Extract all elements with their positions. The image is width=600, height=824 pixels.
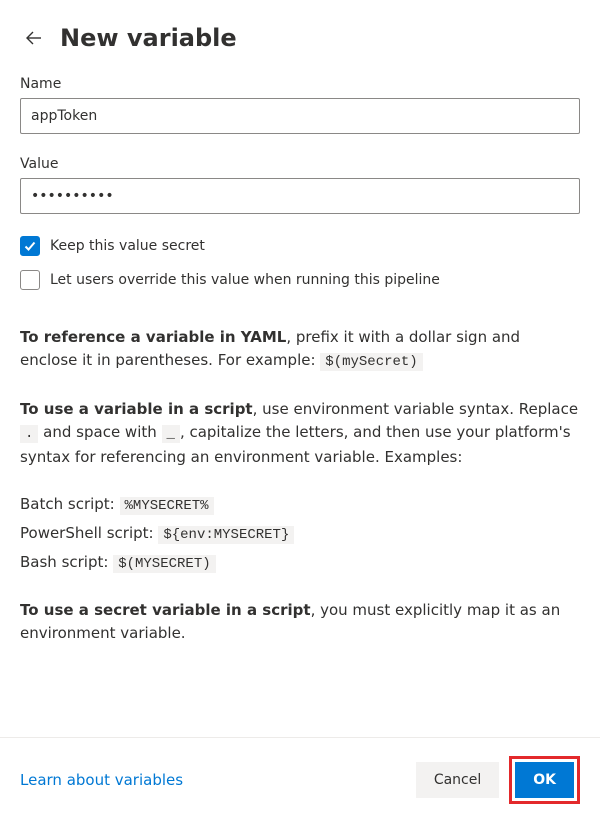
value-label: Value <box>20 156 580 172</box>
cancel-button[interactable]: Cancel <box>416 762 499 798</box>
help-script: To use a variable in a script, use envir… <box>20 398 580 469</box>
panel-header: New variable <box>20 24 580 52</box>
panel-footer: Learn about variables Cancel OK <box>0 737 600 824</box>
keep-secret-checkbox-row[interactable]: Keep this value secret <box>20 236 580 256</box>
footer-actions: Cancel OK <box>416 756 580 804</box>
help-batch-label: Batch script: <box>20 495 120 513</box>
allow-override-label: Let users override this value when runni… <box>50 272 440 288</box>
allow-override-checkbox[interactable] <box>20 270 40 290</box>
help-ps: PowerShell script: ${env:MYSECRET} <box>20 522 580 547</box>
panel-title: New variable <box>60 24 237 52</box>
keep-secret-label: Keep this value secret <box>50 238 205 254</box>
help-batch-example: %MYSECRET% <box>120 497 214 515</box>
help-bash-label: Bash script: <box>20 553 113 571</box>
help-yaml-bold: To reference a variable in YAML <box>20 328 286 346</box>
ok-button[interactable]: OK <box>515 762 574 798</box>
help-script-rest: , use environment variable syntax. Repla… <box>253 400 578 418</box>
help-script-mid: and space with <box>38 423 161 441</box>
new-variable-panel: New variable Name Value Keep this value … <box>0 0 600 824</box>
value-input[interactable] <box>20 178 580 214</box>
name-input[interactable] <box>20 98 580 134</box>
arrow-left-icon <box>24 28 44 48</box>
help-ps-label: PowerShell script: <box>20 524 158 542</box>
help-ps-example: ${env:MYSECRET} <box>158 526 294 544</box>
learn-about-variables-link[interactable]: Learn about variables <box>20 771 183 789</box>
help-script-dot: . <box>20 425 38 443</box>
help-script-bold: To use a variable in a script <box>20 400 253 418</box>
help-batch: Batch script: %MYSECRET% <box>20 493 580 518</box>
name-label: Name <box>20 76 580 92</box>
help-yaml: To reference a variable in YAML, prefix … <box>20 326 580 374</box>
help-bash-example: $(MYSECRET) <box>113 555 215 573</box>
help-yaml-example: $(mySecret) <box>320 353 422 371</box>
back-button[interactable] <box>20 24 48 52</box>
allow-override-checkbox-row[interactable]: Let users override this value when runni… <box>20 270 580 290</box>
checkmark-icon <box>23 239 37 253</box>
help-text: To reference a variable in YAML, prefix … <box>20 326 580 646</box>
help-script-underscore: _ <box>162 425 180 443</box>
help-bash: Bash script: $(MYSECRET) <box>20 551 580 576</box>
help-secret: To use a secret variable in a script, yo… <box>20 599 580 646</box>
value-field: Value <box>20 156 580 214</box>
keep-secret-checkbox[interactable] <box>20 236 40 256</box>
panel-content: New variable Name Value Keep this value … <box>0 0 600 737</box>
ok-button-highlight: OK <box>509 756 580 804</box>
name-field: Name <box>20 76 580 134</box>
help-secret-bold: To use a secret variable in a script <box>20 601 311 619</box>
